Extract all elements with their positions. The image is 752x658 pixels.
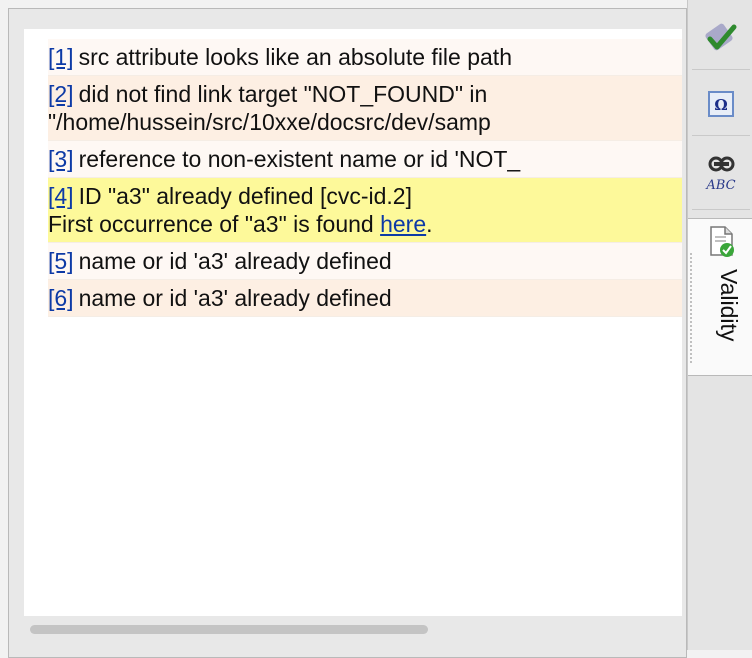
find-abc-icon: ABC [705,156,736,193]
tools-sidebar: Ω ABC Validity [687,0,752,650]
tab-grip [690,253,696,363]
message-text: name or id 'a3' already defined [78,285,392,311]
message-row[interactable]: [3] reference to non-existent name or id … [48,141,682,178]
spell-check-button[interactable] [692,6,750,70]
message-text-continued: First occurrence of "a3" is found here. [48,210,682,238]
svg-text:Ω: Ω [714,96,727,114]
horizontal-scrollbar[interactable] [24,622,682,636]
message-row-selected[interactable]: [4] ID "a3" already defined [cvc-id.2] Fi… [48,178,682,243]
messages-viewport[interactable]: [1] src attribute looks like an absolute … [24,29,682,616]
message-row[interactable]: [2] did not find link target "NOT_FOUND" … [48,76,682,141]
message-text-end: . [426,211,433,237]
svg-text:ABC: ABC [705,178,735,193]
special-characters-button[interactable]: Ω [692,72,750,136]
message-number-link[interactable]: [5] [48,248,74,274]
horizontal-scrollbar-thumb[interactable] [30,625,428,634]
message-text: reference to non-existent name or id 'NO… [78,146,521,172]
message-text: src attribute looks like an absolute fil… [78,44,512,70]
message-text: name or id 'a3' already defined [78,248,392,274]
validity-document-icon [710,226,734,257]
message-row[interactable]: [6] name or id 'a3' already defined [48,280,682,317]
validity-tab-label: Validity [716,269,742,342]
spell-check-icon [705,23,737,50]
message-number-link[interactable]: [4] [48,183,74,209]
special-characters-icon: Ω [708,90,734,117]
message-text-continued: "/home/hussein/src/10xxe/docsrc/dev/samp [48,109,491,135]
here-link[interactable]: here [380,211,426,237]
message-list: [1] src attribute looks like an absolute … [48,39,682,317]
message-text-part: First occurrence of "a3" is found [48,211,381,237]
message-row[interactable]: [5] name or id 'a3' already defined [48,243,682,280]
message-text: did not find link target "NOT_FOUND" in [78,81,488,107]
message-number-link[interactable]: [6] [48,285,74,311]
find-text-button[interactable]: ABC [692,138,750,210]
message-number-link[interactable]: [1] [48,44,74,70]
message-row[interactable]: [1] src attribute looks like an absolute … [48,39,682,76]
message-number-link[interactable]: [3] [48,146,74,172]
validity-tab[interactable]: Validity [688,218,752,376]
message-text: ID "a3" already defined [cvc-id.2] [78,183,412,209]
message-number-link[interactable]: [2] [48,81,74,107]
